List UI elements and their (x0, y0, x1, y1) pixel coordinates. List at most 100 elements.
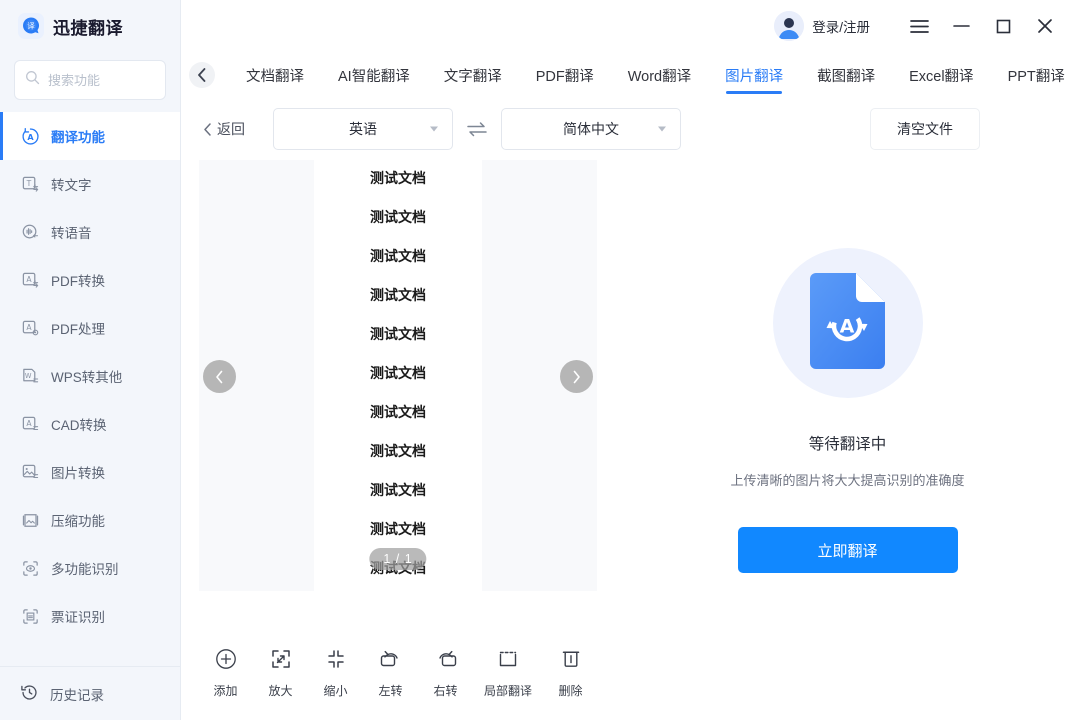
tab-label: Word翻译 (627, 68, 692, 85)
sidebar-item-invoice-recognize[interactable]: 票证识别 (0, 592, 180, 640)
document-text-line: 测试文档 (370, 444, 426, 460)
tool-label: 放大 (268, 684, 293, 698)
zoom-out-collapse-icon (325, 648, 347, 675)
document-text-line: 测试文档 (370, 171, 426, 187)
tab-screenshot-translate[interactable]: 截图翻译 (800, 52, 892, 98)
sidebar-item-compress[interactable]: 压缩功能 (0, 496, 180, 544)
rotate-left-icon (379, 648, 403, 675)
sidebar-item-pdf-convert[interactable]: A PDF转换 (0, 256, 180, 304)
tool-label: 左转 (378, 684, 403, 698)
tab-word-translate[interactable]: Word翻译 (611, 52, 708, 98)
tool-delete-button[interactable]: 删除 (543, 648, 598, 699)
result-status-title: 等待翻译中 (808, 436, 887, 453)
tool-rotate-right-button[interactable]: 右转 (418, 648, 473, 699)
minimize-icon[interactable] (940, 6, 982, 46)
search-icon (25, 70, 40, 90)
document-text-line: 测试文档 (370, 483, 426, 499)
translate-now-button[interactable]: 立即翻译 (737, 527, 958, 573)
rotate-right-icon (434, 648, 458, 675)
preview-toolbar: 添加 放大 缩小 左转 右转 局部翻译 删除 (181, 634, 615, 720)
sidebar-item-label: WPS转其他 (51, 370, 123, 385)
page-indicator: 1 / 1 (369, 548, 427, 570)
sidebar-item-cad-convert[interactable]: A CAD转换 (0, 400, 180, 448)
hamburger-menu-icon[interactable] (898, 6, 940, 46)
svg-text:A: A (840, 315, 855, 337)
main-area: 登录/注册 文档翻译 AI智能翻译 文字翻译 PDF翻译 Word翻译 图片翻译… (181, 0, 1080, 720)
search-container (0, 52, 180, 112)
preview-stage: 测试文档 测试文档 测试文档 测试文档 测试文档 测试文档 测试文档 测试文档 … (181, 160, 615, 634)
back-button[interactable]: 返回 (203, 119, 245, 139)
sidebar-item-multi-recognize[interactable]: 多功能识别 (0, 544, 180, 592)
sidebar-item-pdf-process[interactable]: A PDF处理 (0, 304, 180, 352)
voice-convert-icon (20, 222, 40, 242)
tab-label: AI智能翻译 (338, 68, 410, 85)
sidebar-item-image-convert[interactable]: 图片转换 (0, 448, 180, 496)
source-language-select[interactable]: 英语 (273, 108, 453, 150)
tab-ai-translate[interactable]: AI智能翻译 (321, 52, 427, 98)
sidebar-item-to-voice[interactable]: 转语音 (0, 208, 180, 256)
sidebar-item-wps-convert[interactable]: W WPS转其他 (0, 352, 180, 400)
plus-circle-icon (215, 648, 237, 675)
sidebar-item-label: 转文字 (51, 178, 92, 193)
brand-header: 译 迅捷翻译 (0, 0, 180, 52)
sidebar-item-label: CAD转换 (51, 418, 107, 433)
trash-icon (561, 648, 581, 675)
partial-translate-icon (497, 648, 519, 675)
tab-label: 文档翻译 (246, 68, 304, 85)
sidebar-item-label: PDF处理 (51, 322, 105, 337)
svg-text:A: A (26, 275, 32, 284)
tab-ppt-translate[interactable]: PPT翻译 (991, 52, 1080, 98)
chevron-left-icon (204, 122, 211, 136)
tab-label: Excel翻译 (909, 68, 974, 85)
sidebar-item-label: 历史记录 (50, 687, 104, 703)
svg-text:译: 译 (27, 22, 35, 31)
target-language-select[interactable]: 简体中文 (501, 108, 681, 150)
sidebar-nav-list: A 翻译功能 T 转文字 转语音 A PDF转换 A PDF处理 W WPS转其… (0, 112, 180, 666)
tool-label: 右转 (433, 684, 458, 698)
language-toolbar: 返回 英语 简体中文 清空文件 (181, 98, 1080, 160)
image-convert-icon (20, 462, 40, 482)
sidebar-item-label: 票证识别 (51, 610, 105, 625)
search-input[interactable] (48, 72, 155, 88)
tabbar-scroll-left-button[interactable] (189, 62, 215, 88)
close-icon[interactable] (1024, 6, 1066, 46)
document-text-line: 测试文档 (370, 366, 426, 382)
tab-text-translate[interactable]: 文字翻译 (427, 52, 519, 98)
tool-add-button[interactable]: 添加 (198, 648, 253, 699)
history-icon (20, 683, 39, 705)
tool-zoom-in-button[interactable]: 放大 (253, 648, 308, 699)
tab-pdf-translate[interactable]: PDF翻译 (519, 52, 611, 98)
svg-text:A: A (26, 323, 32, 332)
zoom-in-expand-icon (270, 648, 292, 675)
tab-excel-translate[interactable]: Excel翻译 (892, 52, 990, 98)
chevron-left-icon (216, 370, 223, 383)
document-page[interactable]: 测试文档 测试文档 测试文档 测试文档 测试文档 测试文档 测试文档 测试文档 … (314, 160, 482, 591)
text-convert-icon: T (20, 174, 40, 194)
tool-rotate-left-button[interactable]: 左转 (363, 648, 418, 699)
pdf-process-icon: A (20, 318, 40, 338)
search-box[interactable] (14, 60, 166, 100)
sidebar-item-translate[interactable]: A 翻译功能 (0, 112, 180, 160)
tab-image-translate[interactable]: 图片翻译 (708, 52, 800, 98)
tool-zoom-out-button[interactable]: 缩小 (308, 648, 363, 699)
document-text-line: 测试文档 (370, 327, 426, 343)
title-bar: 登录/注册 (181, 0, 1080, 52)
svg-text:A: A (27, 133, 34, 142)
preview-next-button[interactable] (560, 360, 593, 393)
sidebar-item-to-text[interactable]: T 转文字 (0, 160, 180, 208)
clear-files-button[interactable]: 清空文件 (870, 108, 980, 150)
invoice-recognize-icon (20, 606, 40, 626)
document-text-line: 测试文档 (370, 288, 426, 304)
tab-label: 图片翻译 (725, 68, 784, 85)
account-login-button[interactable]: 登录/注册 (774, 11, 870, 41)
tool-partial-translate-button[interactable]: 局部翻译 (473, 648, 543, 699)
preview-prev-button[interactable] (203, 360, 236, 393)
maximize-icon[interactable] (982, 6, 1024, 46)
tab-document-translate[interactable]: 文档翻译 (229, 52, 321, 98)
multi-recognize-icon (20, 558, 40, 578)
tab-label: 截图翻译 (817, 68, 876, 85)
feature-tabbar: 文档翻译 AI智能翻译 文字翻译 PDF翻译 Word翻译 图片翻译 截图翻译 … (181, 52, 1080, 98)
sidebar-item-history[interactable]: 历史记录 (0, 666, 180, 720)
source-language-value: 英语 (349, 121, 377, 137)
swap-languages-button[interactable] (453, 121, 501, 137)
